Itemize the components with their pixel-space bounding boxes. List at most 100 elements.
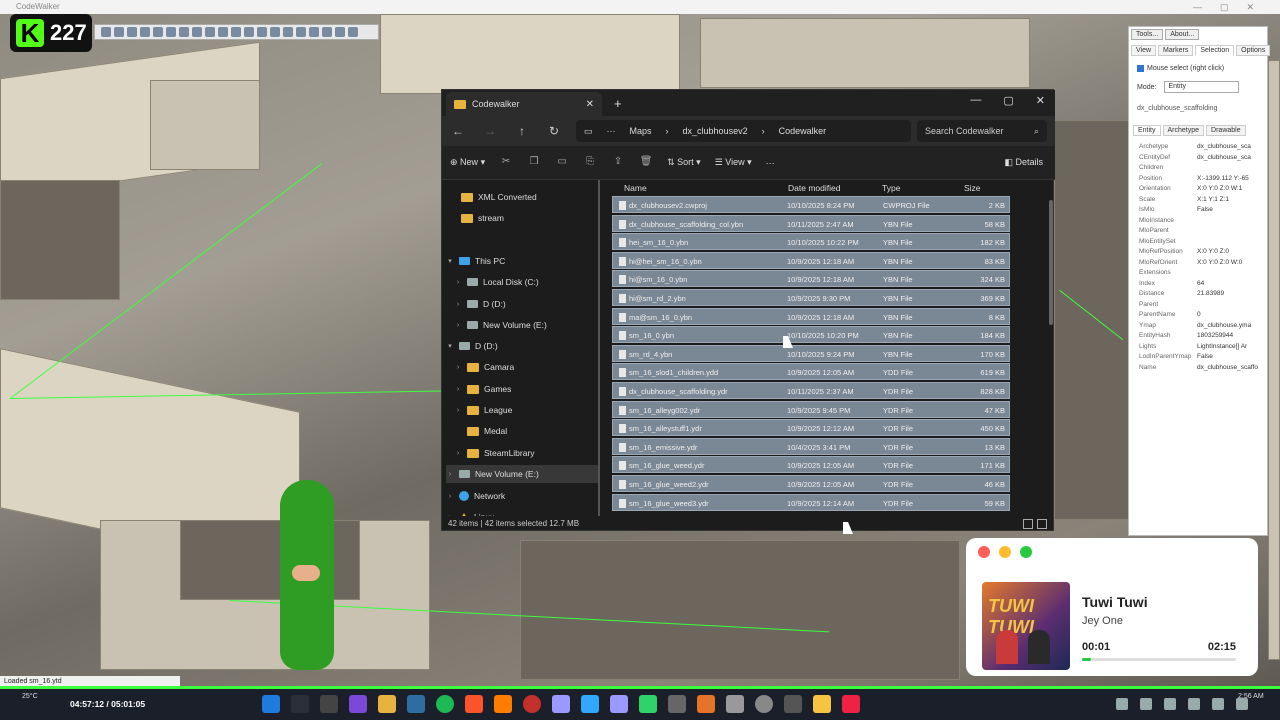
more-path-icon[interactable]: ···	[607, 126, 616, 136]
sidebar-item[interactable]: ›Linux	[446, 508, 598, 516]
property-row[interactable]: Position X:-1399.112 Y:-65	[1139, 175, 1267, 185]
tools-button[interactable]: Tools...	[1131, 29, 1164, 40]
sidebar-item[interactable]: ▾ This PC	[446, 252, 598, 270]
chevron-right-icon[interactable]: ›	[454, 386, 462, 393]
tray-icon[interactable]	[1188, 698, 1200, 710]
window-controls[interactable]: —▢✕	[1193, 0, 1272, 14]
chevron-right-icon[interactable]: ›	[454, 407, 462, 414]
chevron-right-icon[interactable]: ›	[446, 471, 454, 478]
file-row[interactable]: hei_sm_16_0.ybn 10/10/2025 10:22 PM YBN Fi…	[612, 233, 1010, 251]
file-row[interactable]: sm_16_glue_weed2.ydr 10/9/2025 12:05 AM YD…	[612, 475, 1010, 492]
sidebar-item[interactable]: › SteamLibrary	[454, 444, 598, 462]
brave-icon[interactable]	[465, 695, 483, 713]
sidebar-item[interactable]: XML Converted	[448, 188, 598, 206]
property-row[interactable]: Orientation X:0 Y:0 Z:0 W:1	[1139, 185, 1267, 195]
tray-icon[interactable]	[1164, 698, 1176, 710]
file-row[interactable]: hi@sm_16_0.ybn 10/9/2025 12:18 AM YBN File…	[612, 270, 1010, 288]
notes-icon[interactable]	[813, 695, 831, 713]
toolbar-icon[interactable]	[270, 27, 280, 37]
toolbar-icon[interactable]	[114, 27, 124, 37]
discord-icon[interactable]	[349, 695, 367, 713]
file-row[interactable]: hi@sm_rd_2.ybn 10/9/2025 9:30 PM YBN File 3…	[612, 289, 1010, 306]
subtab-archetype[interactable]: Archetype	[1162, 125, 1205, 136]
chrome-icon[interactable]	[755, 695, 773, 713]
header-type[interactable]: Type	[882, 183, 900, 193]
maximize-icon[interactable]: ▢	[1003, 94, 1013, 107]
pane-splitter[interactable]	[598, 180, 600, 516]
toolbar-icon[interactable]	[348, 27, 358, 37]
property-row[interactable]: Lights LightInstance[] Ar	[1139, 343, 1267, 353]
breadcrumb-item[interactable]: Maps	[630, 126, 652, 136]
property-row[interactable]: Children	[1139, 164, 1267, 174]
delete-icon[interactable]: 🗑	[639, 156, 653, 170]
chevron-right-icon[interactable]: ›	[454, 364, 462, 371]
property-row[interactable]: MloRefPosition X:0 Y:0 Z:0	[1139, 248, 1267, 258]
weather-widget[interactable]: 25°C	[22, 693, 38, 700]
chevron-right-icon[interactable]: ›	[454, 322, 462, 329]
blender-icon[interactable]	[697, 695, 715, 713]
scrollbar[interactable]	[1049, 200, 1053, 325]
close-dot-icon[interactable]	[978, 546, 990, 558]
tab-options[interactable]: Options	[1236, 45, 1271, 56]
tab-selection[interactable]: Selection	[1195, 45, 1235, 56]
toolbar-icon[interactable]	[218, 27, 228, 37]
task-view-icon[interactable]	[320, 695, 338, 713]
file-row[interactable]: sm_16_glue_weed3.ydr 10/9/2025 12:14 AM YD…	[612, 493, 1010, 511]
close-tab-icon[interactable]: ✕	[586, 99, 594, 110]
obs-icon[interactable]	[523, 695, 541, 713]
windows-start-icon[interactable]	[262, 695, 280, 713]
refresh-icon[interactable]: ↻	[538, 124, 570, 138]
toolbar-icon[interactable]	[257, 27, 267, 37]
file-row[interactable]: dx_clubhouse_scaffolding.ydr 10/11/2025 2…	[612, 382, 1010, 399]
premiere-icon[interactable]	[610, 695, 628, 713]
file-row[interactable]: dx_clubhouse_scaffolding_col.ybn 10/11/20…	[612, 214, 1010, 232]
toolbar-icon[interactable]	[296, 27, 306, 37]
toolbar-icon[interactable]	[192, 27, 202, 37]
property-row[interactable]: Ymap dx_clubhouse.yma	[1139, 322, 1267, 332]
toolbar-icon[interactable]	[231, 27, 241, 37]
steam-icon[interactable]	[407, 695, 425, 713]
search-input[interactable]: Search Codewalker ⌕	[917, 120, 1047, 142]
sort-button[interactable]: ⇅ Sort ▾	[667, 157, 701, 168]
header-name[interactable]: Name	[624, 183, 647, 193]
toolbar-icon[interactable]	[309, 27, 319, 37]
search-icon[interactable]	[291, 695, 309, 713]
property-row[interactable]: IsMlo False	[1139, 206, 1267, 216]
toolbar-icon[interactable]	[127, 27, 137, 37]
chevron-down-icon[interactable]: ▾	[446, 257, 454, 265]
minimize-icon[interactable]: —	[970, 94, 981, 107]
app-icon[interactable]	[842, 695, 860, 713]
photoshop-icon[interactable]	[581, 695, 599, 713]
up-icon[interactable]: ↑	[506, 124, 538, 138]
property-row[interactable]: CEntityDef dx_clubhouse_sca	[1139, 154, 1267, 164]
clock[interactable]: 2:56 AM	[1238, 693, 1264, 700]
app-icon[interactable]	[726, 695, 744, 713]
toolbar-icon[interactable]	[140, 27, 150, 37]
maximize-dot-icon[interactable]	[1020, 546, 1032, 558]
file-row[interactable]: sm_16_slod1_children.ydd 10/9/2025 12:05 …	[612, 363, 1010, 381]
progress-bar[interactable]	[1082, 658, 1236, 661]
back-icon[interactable]: ←	[442, 124, 474, 138]
tray-icon[interactable]	[1212, 698, 1224, 710]
more-options-icon[interactable]: ···	[766, 158, 775, 168]
property-row[interactable]: MloParent	[1139, 227, 1267, 237]
chevron-right-icon[interactable]: ›	[454, 279, 462, 286]
chevron-down-icon[interactable]: ▾	[446, 342, 454, 350]
close-icon[interactable]: ✕	[1036, 94, 1045, 107]
chevron-right-icon[interactable]: ›	[454, 450, 462, 457]
property-row[interactable]: MloRefOrient X:0 Y:0 Z:0 W:0	[1139, 259, 1267, 269]
tray-icon[interactable]	[1140, 698, 1152, 710]
new-button[interactable]: ⊕ New ▾	[450, 157, 485, 168]
tab-view[interactable]: View	[1131, 45, 1157, 56]
header-size[interactable]: Size	[964, 183, 981, 193]
sidebar-item[interactable]: › D (D:)	[454, 295, 598, 313]
property-row[interactable]: Scale X:1 Y:1 Z:1	[1139, 196, 1267, 206]
rename-icon[interactable]: ⎘	[583, 156, 597, 170]
toolbar-icon[interactable]	[101, 27, 111, 37]
toolbar-icon[interactable]	[283, 27, 293, 37]
sidebar-item[interactable]: › Camara	[454, 358, 598, 376]
file-row[interactable]: dx_clubhousev2.cwproj 10/10/2025 8:24 PM C…	[612, 196, 1010, 213]
tiles-view-icon[interactable]	[1037, 519, 1047, 529]
subtab-entity[interactable]: Entity	[1133, 125, 1161, 136]
toolbar-icon[interactable]	[179, 27, 189, 37]
